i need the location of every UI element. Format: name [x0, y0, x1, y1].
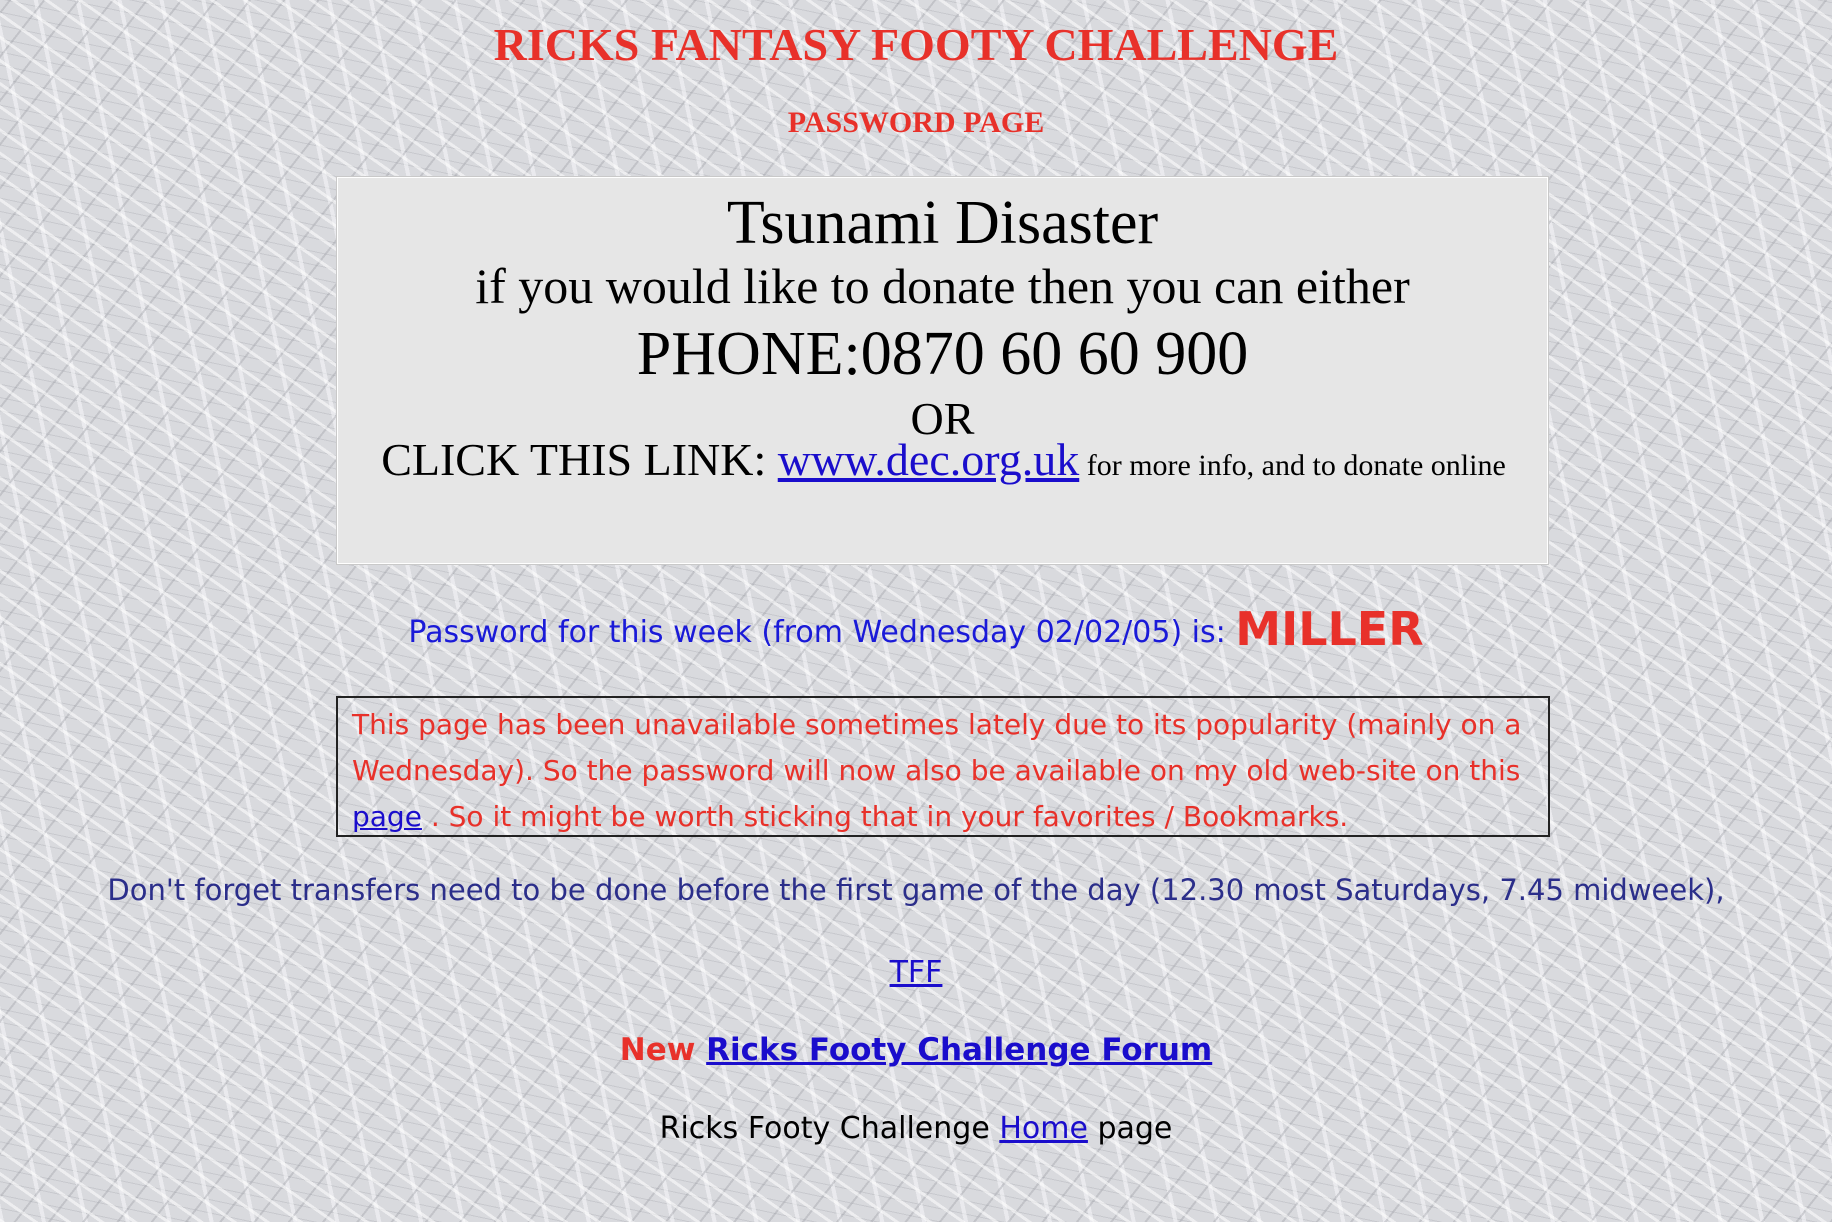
page-subtitle: PASSWORD PAGE	[787, 106, 1045, 139]
tsunami-heading: Tsunami Disaster	[726, 189, 1159, 257]
dec-donation-link[interactable]: www.dec.org.uk	[778, 434, 1080, 485]
forum-link[interactable]: Ricks Footy Challenge Forum	[706, 1032, 1212, 1068]
donation-phone-number: PHONE:0870 60 60 900	[636, 320, 1249, 388]
page-title: RICKS FANTASY FOOTY CHALLENGE	[493, 19, 1339, 70]
click-link-label: CLICK THIS LINK:	[381, 434, 778, 485]
more-info-text: for more info, and to donate online	[1079, 449, 1506, 482]
home-link-row: Ricks Footy Challenge Home page	[0, 1111, 1832, 1146]
transfers-reminder: Don't forget transfers need to be done b…	[107, 873, 1725, 907]
forum-link-row: New Ricks Footy Challenge Forum	[0, 1032, 1832, 1068]
password-label: Password for this week (from Wednesday 0…	[408, 615, 1236, 650]
donation-link-line: CLICK THIS LINK: www.dec.org.uk for more…	[378, 437, 1509, 486]
notice-text: This page has been unavailable sometimes…	[352, 708, 1522, 787]
home-prefix-text: Ricks Footy Challenge	[659, 1111, 1000, 1146]
old-site-page-link[interactable]: page	[352, 800, 422, 833]
tff-link[interactable]: TFF	[890, 955, 943, 990]
home-link[interactable]: Home	[999, 1111, 1088, 1146]
availability-notice-box: This page has been unavailable sometimes…	[336, 696, 1550, 837]
weekly-password-line: Password for this week (from Wednesday 0…	[0, 602, 1832, 656]
tsunami-donation-box: Tsunami Disaster if you would like to do…	[336, 176, 1549, 565]
notice-text-end: . So it might be worth sticking that in …	[421, 800, 1349, 833]
password-value: MILLER	[1235, 602, 1424, 656]
new-label: New	[619, 1032, 696, 1068]
donate-intro-text: if you would like to donate then you can…	[475, 258, 1410, 314]
tff-link-row: TFF	[0, 955, 1832, 990]
home-suffix-text: page	[1087, 1111, 1173, 1146]
